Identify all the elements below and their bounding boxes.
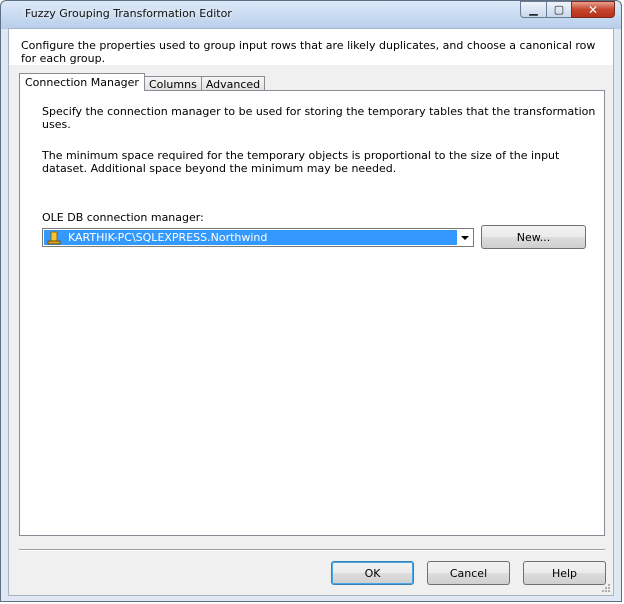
connection-manager-select[interactable]: KARTHIK-PC\SQLEXPRESS.Northwind [42,228,474,247]
database-connection-icon [46,231,62,245]
connection-manager-value: KARTHIK-PC\SQLEXPRESS.Northwind [68,231,268,244]
space-note-text: The minimum space required for the tempo… [42,149,560,175]
connection-manager-selected: KARTHIK-PC\SQLEXPRESS.Northwind [44,230,457,245]
connection-intro-text: Specify the connection manager to be use… [42,105,596,131]
minimize-button[interactable]: ▁ [520,1,546,18]
close-button[interactable]: ✕ [571,1,615,18]
new-connection-button[interactable]: New... [481,225,586,249]
chevron-down-icon [461,235,469,240]
maximize-icon: ▢ [553,3,565,16]
connection-manager-panel: Specify the connection manager to be use… [19,90,605,536]
window-title: Fuzzy Grouping Transformation Editor [25,7,232,20]
cancel-button[interactable]: Cancel [427,561,510,585]
dialog-description: Configure the properties used to group i… [21,39,596,65]
dropdown-button[interactable] [457,229,473,246]
dialog-client-area: Configure the properties used to group i… [8,28,614,596]
tab-advanced[interactable]: Advanced [200,76,266,91]
dialog-window: Fuzzy Grouping Transformation Editor ▁ ▢… [0,0,622,602]
close-icon: ✕ [587,2,599,17]
tab-connection-manager[interactable]: Connection Manager [19,73,145,91]
header-strip: Configure the properties used to group i… [9,29,613,65]
minimize-icon: ▁ [529,3,538,16]
connection-manager-label: OLE DB connection manager: [42,211,204,224]
title-bar[interactable]: Fuzzy Grouping Transformation Editor ▁ ▢… [1,1,621,27]
maximize-button[interactable]: ▢ [546,1,571,18]
footer-divider [19,549,605,551]
ok-button[interactable]: OK [331,561,414,585]
window-controls: ▁ ▢ ✕ [520,1,615,19]
help-button[interactable]: Help [523,561,606,585]
tab-columns[interactable]: Columns [143,76,202,91]
resize-grip-icon[interactable] [601,583,611,593]
tab-strip: Connection Manager Columns Advanced [19,73,266,91]
